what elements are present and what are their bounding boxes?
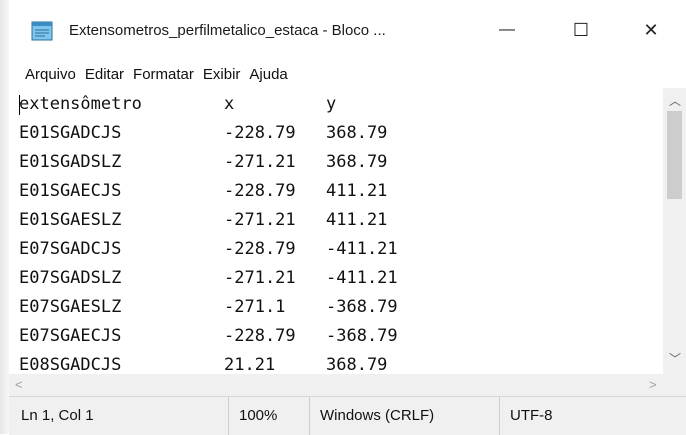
vertical-scroll-thumb[interactable] [667,111,682,199]
col-x: -271.21 [224,268,296,288]
menu-exibir[interactable]: Exibir [203,66,246,83]
col-extensometro: E01SGAECJS [19,181,122,201]
col-x: -271.21 [224,210,296,230]
maximize-icon: ☐ [572,19,590,40]
col-y: -368.79 [326,297,398,317]
col-extensometro: E07SGADCJS [19,239,122,259]
maximize-button[interactable]: ☐ [549,0,613,60]
text-line: extensômetro x y [19,90,446,119]
col-y: 411.21 [326,210,388,230]
col-x: -228.79 [224,326,296,346]
scroll-up-icon[interactable]: ︿ [669,92,681,109]
notepad-icon [31,21,53,41]
col-y: -368.79 [326,326,398,346]
text-line: E08SGADCJS 21.21 368.79 [19,351,446,374]
status-zoom: 100% [228,397,277,435]
col-x: -271.1 [224,297,286,317]
menu-ajuda[interactable]: Ajuda [249,66,292,83]
text-line: E01SGAECJS -228.79 411.21 [19,177,446,206]
text-line: E07SGAESLZ -271.1 -368.79 [19,293,446,322]
scroll-left-icon[interactable]: < [15,377,23,392]
col-extensometro: E08SGADCJS [19,355,122,374]
text-editor[interactable]: extensômetro x y E01SGADCJS -228.79 368.79 E… [9,88,663,374]
close-icon: ✕ [643,19,659,40]
menu-bar: Arquivo Editar Formatar Exibir Ajuda [9,60,686,88]
window-edge [0,0,9,434]
text-line: E01SGAESLZ -271.21 411.21 [19,206,446,235]
col-y: 368.79 [326,355,388,374]
col-y: 368.79 [326,123,388,143]
col-extensometro: extensômetro [19,94,142,114]
col-extensometro: E01SGAESLZ [19,210,122,230]
menu-arquivo[interactable]: Arquivo [25,66,81,83]
window-title: Extensometros_perfilmetalico_estaca - Bl… [69,22,386,39]
col-extensometro: E01SGADCJS [19,123,122,143]
text-line: E01SGADCJS -228.79 368.79 [19,119,446,148]
col-y: 368.79 [326,152,388,172]
vertical-scrollbar[interactable]: ︿ ﹀ [663,88,686,374]
col-extensometro: E07SGAECJS [19,326,122,346]
text-line: E07SGADCJS -228.79 -411.21 [19,235,446,264]
scroll-down-icon[interactable]: ﹀ [669,350,681,367]
col-x: 21.21 [224,355,276,374]
col-y: -411.21 [326,239,398,259]
col-x: -228.79 [224,239,296,259]
scroll-right-icon[interactable]: > [649,377,657,392]
col-x: -228.79 [224,123,296,143]
horizontal-scrollbar[interactable]: < > [9,374,663,396]
text-line: E07SGADSLZ -271.21 -411.21 [19,264,446,293]
col-x: -228.79 [224,181,296,201]
minimize-icon: — [499,21,515,38]
col-extensometro: E07SGAESLZ [19,297,122,317]
menu-editar[interactable]: Editar [85,66,129,83]
minimize-button[interactable]: — [475,0,539,60]
status-encoding: UTF-8 [499,397,553,435]
title-bar[interactable]: Extensometros_perfilmetalico_estaca - Bl… [9,0,686,60]
scrollbar-corner [663,374,686,396]
status-bar: Ln 1, Col 1 100% Windows (CRLF) UTF-8 [9,396,686,435]
close-button[interactable]: ✕ [619,0,683,60]
status-line-ending: Windows (CRLF) [309,397,434,435]
col-x: -271.21 [224,152,296,172]
col-x: x [224,94,235,114]
col-y: 411.21 [326,181,388,201]
text-line: E01SGADSLZ -271.21 368.79 [19,148,446,177]
menu-formatar[interactable]: Formatar [133,66,199,83]
document-text: extensômetro x y E01SGADCJS -228.79 368.79 E… [19,90,446,374]
col-y: y [326,94,337,114]
text-line: E07SGAECJS -228.79 -368.79 [19,322,446,351]
col-extensometro: E07SGADSLZ [19,268,122,288]
col-extensometro: E01SGADSLZ [19,152,122,172]
col-y: -411.21 [326,268,398,288]
status-position: Ln 1, Col 1 [21,407,94,424]
notepad-window: Extensometros_perfilmetalico_estaca - Bl… [0,0,686,435]
